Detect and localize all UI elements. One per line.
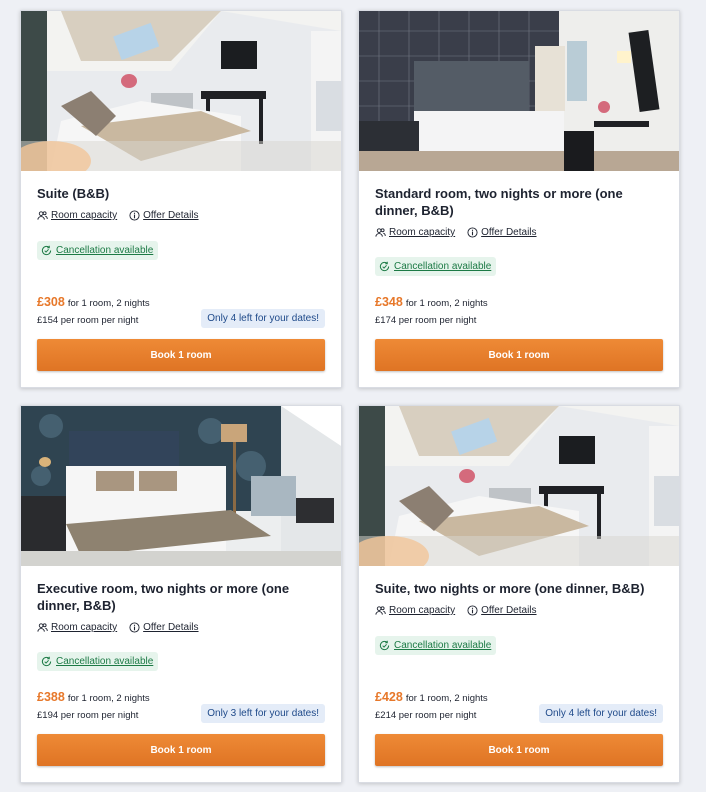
room-capacity-link[interactable]: Room capacity bbox=[375, 605, 455, 616]
cancellation-badge[interactable]: Cancellation available bbox=[37, 652, 159, 671]
room-capacity-link[interactable]: Room capacity bbox=[375, 227, 455, 238]
offer-details-link[interactable]: Offer Details bbox=[467, 605, 537, 616]
room-card: Suite, two nights or more (one dinner, B… bbox=[358, 405, 680, 783]
cancellation-label: Cancellation available bbox=[56, 245, 154, 256]
price-amount: £348 bbox=[375, 295, 403, 309]
info-icon bbox=[129, 622, 140, 633]
info-icon bbox=[467, 605, 478, 616]
cancellation-badge[interactable]: Cancellation available bbox=[37, 241, 159, 260]
users-icon bbox=[375, 605, 386, 616]
room-capacity-label: Room capacity bbox=[51, 622, 118, 633]
users-icon bbox=[37, 210, 48, 221]
price-suffix: for 1 room, 2 nights bbox=[405, 693, 488, 704]
price-line: £348 for 1 room, 2 nights bbox=[375, 295, 488, 309]
room-photo[interactable] bbox=[21, 11, 341, 171]
refresh-check-icon bbox=[41, 656, 52, 667]
per-night-price: £174 per room per night bbox=[375, 315, 477, 326]
room-capacity-label: Room capacity bbox=[51, 210, 118, 221]
price-suffix: for 1 room, 2 nights bbox=[405, 298, 488, 309]
room-card: Suite (B&B) Room capacity Offer Details … bbox=[20, 10, 342, 388]
room-card: Executive room, two nights or more (one … bbox=[20, 405, 342, 783]
availability-badge: Only 3 left for your dates! bbox=[201, 704, 325, 723]
room-title: Suite (B&B) bbox=[37, 186, 110, 201]
price-line: £308 for 1 room, 2 nights bbox=[37, 295, 150, 309]
room-capacity-link[interactable]: Room capacity bbox=[37, 622, 117, 633]
room-links: Room capacity Offer Details bbox=[375, 227, 537, 238]
price-amount: £308 bbox=[37, 295, 65, 309]
offer-details-label: Offer Details bbox=[481, 227, 537, 238]
room-title: Standard room, two nights or more (one d… bbox=[375, 186, 623, 218]
info-icon bbox=[129, 210, 140, 221]
offer-details-link[interactable]: Offer Details bbox=[467, 227, 537, 238]
price-suffix: for 1 room, 2 nights bbox=[67, 693, 150, 704]
availability-badge: Only 4 left for your dates! bbox=[539, 704, 663, 723]
users-icon bbox=[375, 227, 386, 238]
per-night-price: £214 per room per night bbox=[375, 710, 477, 721]
offer-details-label: Offer Details bbox=[143, 210, 199, 221]
price-line: £428 for 1 room, 2 nights bbox=[375, 690, 488, 704]
book-room-button[interactable]: Book 1 room bbox=[375, 734, 663, 766]
cancellation-label: Cancellation available bbox=[394, 261, 492, 272]
book-room-button[interactable]: Book 1 room bbox=[37, 734, 325, 766]
cancellation-label: Cancellation available bbox=[394, 640, 492, 651]
room-capacity-label: Room capacity bbox=[389, 605, 456, 616]
price-amount: £388 bbox=[37, 690, 65, 704]
per-night-price: £194 per room per night bbox=[37, 710, 139, 721]
room-capacity-link[interactable]: Room capacity bbox=[37, 210, 117, 221]
offer-details-link[interactable]: Offer Details bbox=[129, 210, 199, 221]
room-links: Room capacity Offer Details bbox=[37, 210, 199, 221]
price-suffix: for 1 room, 2 nights bbox=[67, 298, 150, 309]
cancellation-badge[interactable]: Cancellation available bbox=[375, 636, 497, 655]
room-links: Room capacity Offer Details bbox=[375, 605, 537, 616]
refresh-check-icon bbox=[41, 245, 52, 256]
room-links: Room capacity Offer Details bbox=[37, 622, 199, 633]
cancellation-badge[interactable]: Cancellation available bbox=[375, 257, 497, 276]
refresh-check-icon bbox=[379, 261, 390, 272]
room-title: Executive room, two nights or more (one … bbox=[37, 581, 290, 613]
cancellation-label: Cancellation available bbox=[56, 656, 154, 667]
offer-details-label: Offer Details bbox=[481, 605, 537, 616]
per-night-price: £154 per room per night bbox=[37, 315, 139, 326]
info-icon bbox=[467, 227, 478, 238]
refresh-check-icon bbox=[379, 640, 390, 651]
book-room-button[interactable]: Book 1 room bbox=[37, 339, 325, 371]
room-photo[interactable] bbox=[359, 11, 679, 171]
users-icon bbox=[37, 622, 48, 633]
room-photo[interactable] bbox=[359, 406, 679, 566]
price-line: £388 for 1 room, 2 nights bbox=[37, 690, 150, 704]
offer-details-link[interactable]: Offer Details bbox=[129, 622, 199, 633]
room-capacity-label: Room capacity bbox=[389, 227, 456, 238]
room-card: Standard room, two nights or more (one d… bbox=[358, 10, 680, 388]
availability-badge: Only 4 left for your dates! bbox=[201, 309, 325, 328]
room-title: Suite, two nights or more (one dinner, B… bbox=[375, 581, 645, 596]
offer-details-label: Offer Details bbox=[143, 622, 199, 633]
room-photo[interactable] bbox=[21, 406, 341, 566]
price-amount: £428 bbox=[375, 690, 403, 704]
book-room-button[interactable]: Book 1 room bbox=[375, 339, 663, 371]
